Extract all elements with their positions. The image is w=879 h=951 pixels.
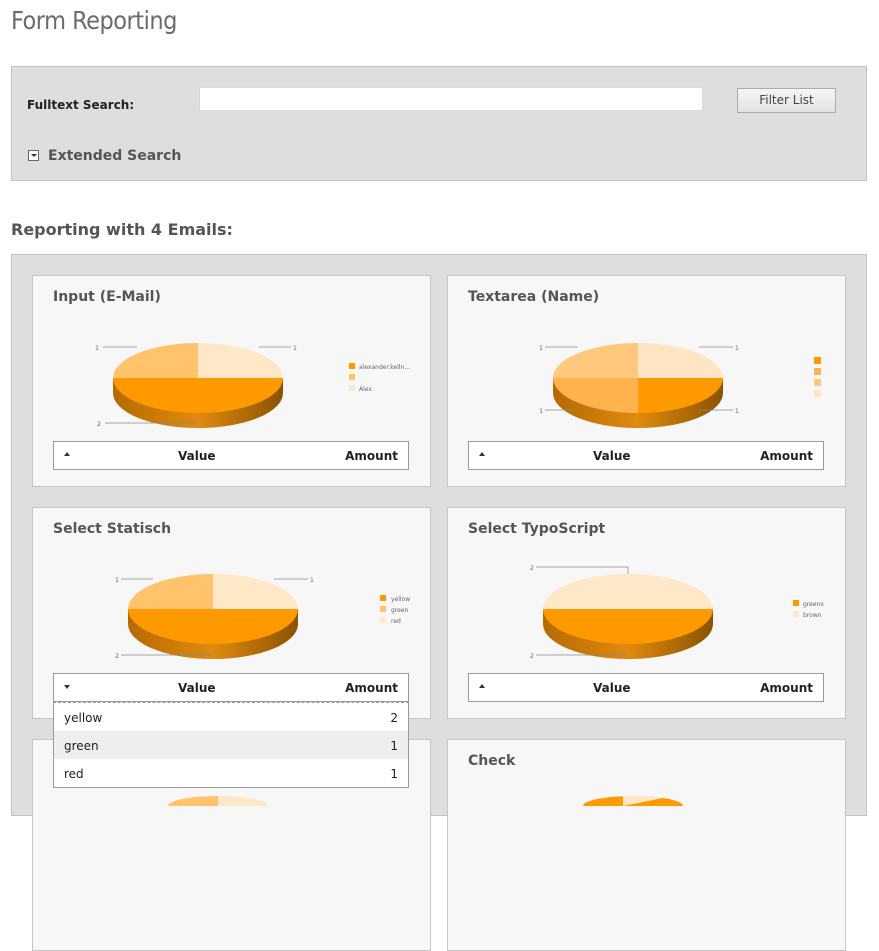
value-table-dropdown: yellow 2 green 1 red 1 bbox=[53, 702, 409, 788]
table-header[interactable]: Value Amount bbox=[53, 441, 409, 470]
table-row[interactable]: green 1 bbox=[54, 731, 408, 759]
expand-icon[interactable] bbox=[64, 685, 70, 689]
legend-swatch bbox=[814, 368, 821, 375]
value-column-header: Value bbox=[593, 681, 631, 695]
row-value: yellow bbox=[64, 711, 103, 725]
table-header[interactable]: Value Amount bbox=[468, 441, 824, 470]
report-card-textarea-name: Textarea (Name) 1 1 1 1 Value Amount bbox=[447, 275, 846, 487]
table-row[interactable]: red 1 bbox=[54, 759, 408, 787]
value-column-header: Value bbox=[593, 449, 631, 463]
callout-label: 1 bbox=[293, 345, 297, 352]
extended-search-toggle[interactable]: Extended Search bbox=[28, 148, 181, 164]
legend-label: brown bbox=[803, 612, 822, 619]
extended-search-label: Extended Search bbox=[48, 148, 182, 164]
callout-label: 1 bbox=[735, 408, 739, 415]
legend-label: alexander.kelln... bbox=[359, 364, 410, 371]
card-title: Check bbox=[468, 753, 516, 769]
pie-slice bbox=[198, 343, 283, 378]
pie-chart bbox=[583, 795, 683, 806]
collapse-icon[interactable] bbox=[479, 684, 485, 688]
fulltext-search-input[interactable] bbox=[199, 87, 703, 111]
callout-label: 2 bbox=[530, 565, 534, 572]
legend-swatch bbox=[380, 617, 386, 623]
legend-swatch bbox=[793, 600, 799, 606]
callout-label: 1 bbox=[310, 577, 314, 584]
report-card-select-typoscript: Select TypoScript 2 2 greenx brown Value… bbox=[447, 507, 846, 719]
collapse-icon[interactable] bbox=[64, 452, 70, 456]
legend-swatch bbox=[380, 606, 386, 612]
amount-column-header: Amount bbox=[345, 449, 398, 463]
legend-label: yellow bbox=[391, 596, 410, 603]
amount-column-header: Amount bbox=[760, 681, 813, 695]
report-card-input-email: Input (E-Mail) 1 1 2 alexander.kelln... … bbox=[32, 275, 431, 487]
row-amount: 1 bbox=[390, 739, 398, 753]
table-header[interactable]: Value Amount bbox=[468, 673, 824, 702]
row-amount: 1 bbox=[390, 767, 398, 781]
table-row[interactable]: yellow 2 bbox=[54, 703, 408, 731]
pie-slice bbox=[543, 574, 713, 609]
collapse-icon[interactable] bbox=[479, 452, 485, 456]
pie-chart: 1 1 1 1 bbox=[539, 343, 821, 428]
row-value: red bbox=[64, 767, 84, 781]
callout-label: 1 bbox=[115, 577, 119, 584]
legend-swatch bbox=[814, 357, 821, 364]
callout-label: 2 bbox=[530, 653, 534, 660]
table-header[interactable]: Value Amount bbox=[53, 673, 409, 702]
legend-swatch bbox=[380, 595, 386, 601]
callout-label: 2 bbox=[97, 421, 101, 428]
amount-column-header: Amount bbox=[760, 449, 813, 463]
row-amount: 2 bbox=[390, 711, 398, 725]
pie-chart bbox=[168, 796, 268, 806]
callout-label: 2 bbox=[115, 653, 119, 660]
legend-swatch bbox=[349, 374, 355, 380]
report-heading: Reporting with 4 Emails: bbox=[11, 220, 233, 239]
amount-column-header: Amount bbox=[345, 681, 398, 695]
value-column-header: Value bbox=[178, 449, 216, 463]
callout-label: 1 bbox=[539, 408, 543, 415]
fulltext-search-label: Fulltext Search: bbox=[27, 98, 135, 112]
legend-swatch bbox=[814, 390, 821, 397]
row-value: green bbox=[64, 739, 99, 753]
pie-chart: 2 2 greenx brown bbox=[530, 565, 824, 660]
legend-swatch bbox=[349, 385, 355, 391]
pie-slice bbox=[638, 343, 723, 378]
card-title: Select TypoScript bbox=[468, 521, 606, 537]
card-title: Input (E-Mail) bbox=[53, 289, 161, 305]
pie-slice bbox=[553, 343, 638, 378]
pie-chart: 1 1 2 alexander.kelln... Alex bbox=[95, 343, 410, 428]
legend-swatch bbox=[349, 363, 355, 369]
report-card-select-statisch: Select Statisch 1 1 2 yellow green red V… bbox=[32, 507, 431, 719]
legend-label: red bbox=[391, 618, 401, 625]
legend-label: Alex bbox=[359, 386, 372, 393]
expand-icon[interactable] bbox=[28, 150, 39, 161]
page-title: Form Reporting bbox=[11, 6, 177, 35]
pie-chart: 1 1 2 yellow green red bbox=[115, 574, 410, 660]
filter-list-button[interactable]: Filter List bbox=[737, 88, 836, 113]
callout-label: 1 bbox=[539, 345, 543, 352]
legend-label: greenx bbox=[803, 601, 824, 608]
report-card-check: Check bbox=[447, 739, 846, 951]
filter-panel: Fulltext Search: Filter List Extended Se… bbox=[11, 66, 867, 181]
callout-label: 1 bbox=[95, 345, 99, 352]
value-column-header: Value bbox=[178, 681, 216, 695]
pie-slice bbox=[113, 343, 198, 378]
legend-label: green bbox=[391, 607, 409, 614]
legend-swatch bbox=[793, 611, 799, 617]
card-title: Select Statisch bbox=[53, 521, 172, 537]
legend-swatch bbox=[814, 379, 821, 386]
card-title: Textarea (Name) bbox=[468, 289, 600, 305]
callout-label: 1 bbox=[735, 345, 739, 352]
